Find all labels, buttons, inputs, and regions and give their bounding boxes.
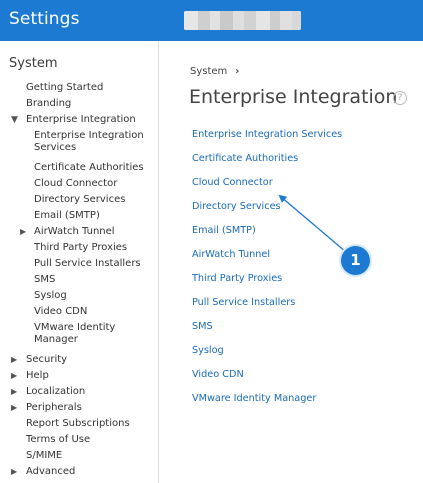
sidebar-item-s-mime[interactable]: S/MIME xyxy=(0,448,158,464)
sidebar-item-label: Video CDN xyxy=(34,306,88,317)
sidebar-item-label: AirWatch Tunnel xyxy=(34,226,115,237)
sidebar-item-label: Cloud Connector xyxy=(34,178,118,189)
caret-right-icon[interactable]: ▶ xyxy=(11,464,17,480)
sidebar-item-label: Enterprise Integration Services xyxy=(34,130,144,153)
sidebar-title: System xyxy=(9,56,58,71)
caret-right-icon[interactable]: ▶ xyxy=(11,368,17,384)
sidebar-item-vmware-identity-manager[interactable]: VMware Identity Manager xyxy=(0,320,150,352)
sidebar-item-video-cdn[interactable]: Video CDN xyxy=(0,304,158,320)
sidebar-item-label: Email (SMTP) xyxy=(34,210,100,221)
caret-down-icon[interactable]: ▼ xyxy=(11,112,18,128)
sidebar-item-label: Localization xyxy=(26,386,86,397)
link-airwatch-tunnel[interactable]: AirWatch Tunnel xyxy=(192,247,342,271)
breadcrumb-chevron-icon: › xyxy=(235,66,240,77)
sidebar-item-label: Terms of Use xyxy=(26,434,91,445)
sidebar-item-help[interactable]: ▶ Help xyxy=(0,368,158,384)
sidebar-item-label: Enterprise Integration xyxy=(26,114,136,125)
sidebar-item-email-smtp[interactable]: Email (SMTP) xyxy=(0,208,158,224)
callout-number-badge: 1 xyxy=(341,246,370,275)
breadcrumb: System › xyxy=(190,66,239,77)
sidebar-item-terms-of-use[interactable]: Terms of Use xyxy=(0,432,158,448)
breadcrumb-system-link[interactable]: System xyxy=(190,66,227,77)
link-pull-service-installers[interactable]: Pull Service Installers xyxy=(192,295,342,319)
main-content: System › Enterprise Integration ? Enterpr… xyxy=(160,41,423,483)
sidebar-item-label: Peripherals xyxy=(26,402,82,413)
caret-right-icon[interactable]: ▶ xyxy=(11,400,17,416)
top-header-bar: Settings xyxy=(0,0,423,41)
sidebar-item-directory-services[interactable]: Directory Services xyxy=(0,192,158,208)
sidebar-item-advanced[interactable]: ▶ Advanced xyxy=(0,464,158,480)
link-vmware-identity-manager[interactable]: VMware Identity Manager xyxy=(192,391,342,415)
link-certificate-authorities[interactable]: Certificate Authorities xyxy=(192,151,342,175)
link-email-smtp[interactable]: Email (SMTP) xyxy=(192,223,342,247)
caret-right-icon[interactable]: ▶ xyxy=(11,384,17,400)
sidebar-item-security[interactable]: ▶ Security xyxy=(0,352,158,368)
link-sms[interactable]: SMS xyxy=(192,319,342,343)
sidebar-item-label: Security xyxy=(26,354,68,365)
app-title: Settings xyxy=(9,9,80,29)
sidebar-item-label: Branding xyxy=(26,98,72,109)
link-cloud-connector[interactable]: Cloud Connector xyxy=(192,175,342,199)
help-icon[interactable]: ? xyxy=(393,91,407,105)
sidebar-item-sms[interactable]: SMS xyxy=(0,272,158,288)
sidebar-item-label: Directory Services xyxy=(34,194,126,205)
sidebar-item-peripherals[interactable]: ▶ Peripherals xyxy=(0,400,158,416)
sidebar-item-pull-service-installers[interactable]: Pull Service Installers xyxy=(0,256,158,272)
caret-right-icon[interactable]: ▶ xyxy=(11,352,17,368)
sidebar-item-syslog[interactable]: Syslog xyxy=(0,288,158,304)
link-directory-services[interactable]: Directory Services xyxy=(192,199,342,223)
sidebar-item-label: Pull Service Installers xyxy=(34,258,141,269)
sidebar-nav: Getting Started Branding ▼ Enterprise Integ… xyxy=(0,80,158,480)
sidebar-item-enterprise-integration-services[interactable]: Enterprise Integration Services xyxy=(0,128,150,160)
link-syslog[interactable]: Syslog xyxy=(192,343,342,367)
sidebar-item-cloud-connector[interactable]: Cloud Connector xyxy=(0,176,158,192)
link-enterprise-integration-services[interactable]: Enterprise Integration Services xyxy=(192,127,342,151)
sidebar-item-label: Advanced xyxy=(26,466,76,477)
sidebar-item-third-party-proxies[interactable]: Third Party Proxies xyxy=(0,240,158,256)
sidebar-item-airwatch-tunnel[interactable]: ▶ AirWatch Tunnel xyxy=(0,224,158,240)
sidebar-item-certificate-authorities[interactable]: Certificate Authorities xyxy=(0,160,158,176)
sidebar-item-report-subscriptions[interactable]: Report Subscriptions xyxy=(0,416,158,432)
sidebar-item-label: VMware Identity Manager xyxy=(34,322,116,345)
sidebar-item-label: Certificate Authorities xyxy=(34,162,144,173)
settings-sidebar: System Getting Started Branding ▼ Enterpris… xyxy=(0,41,159,483)
link-video-cdn[interactable]: Video CDN xyxy=(192,367,342,391)
page-title: Enterprise Integration xyxy=(189,86,398,108)
sidebar-item-label: Third Party Proxies xyxy=(34,242,128,253)
sidebar-item-label: Getting Started xyxy=(26,82,104,93)
sidebar-item-getting-started[interactable]: Getting Started xyxy=(0,80,158,96)
sidebar-item-label: Help xyxy=(26,370,49,381)
sidebar-item-enterprise-integration[interactable]: ▼ Enterprise Integration xyxy=(0,112,158,128)
sidebar-item-localization[interactable]: ▶ Localization xyxy=(0,384,158,400)
settings-link-list: Enterprise Integration Services Certifica… xyxy=(192,127,342,415)
sidebar-item-label: Syslog xyxy=(34,290,67,301)
sidebar-item-label: SMS xyxy=(34,274,56,285)
sidebar-item-label: Report Subscriptions xyxy=(26,418,130,429)
sidebar-item-label: S/MIME xyxy=(26,450,63,461)
sidebar-item-branding[interactable]: Branding xyxy=(0,96,158,112)
caret-right-icon[interactable]: ▶ xyxy=(20,224,26,240)
organization-selector-redacted[interactable] xyxy=(184,11,301,30)
link-third-party-proxies[interactable]: Third Party Proxies xyxy=(192,271,342,295)
